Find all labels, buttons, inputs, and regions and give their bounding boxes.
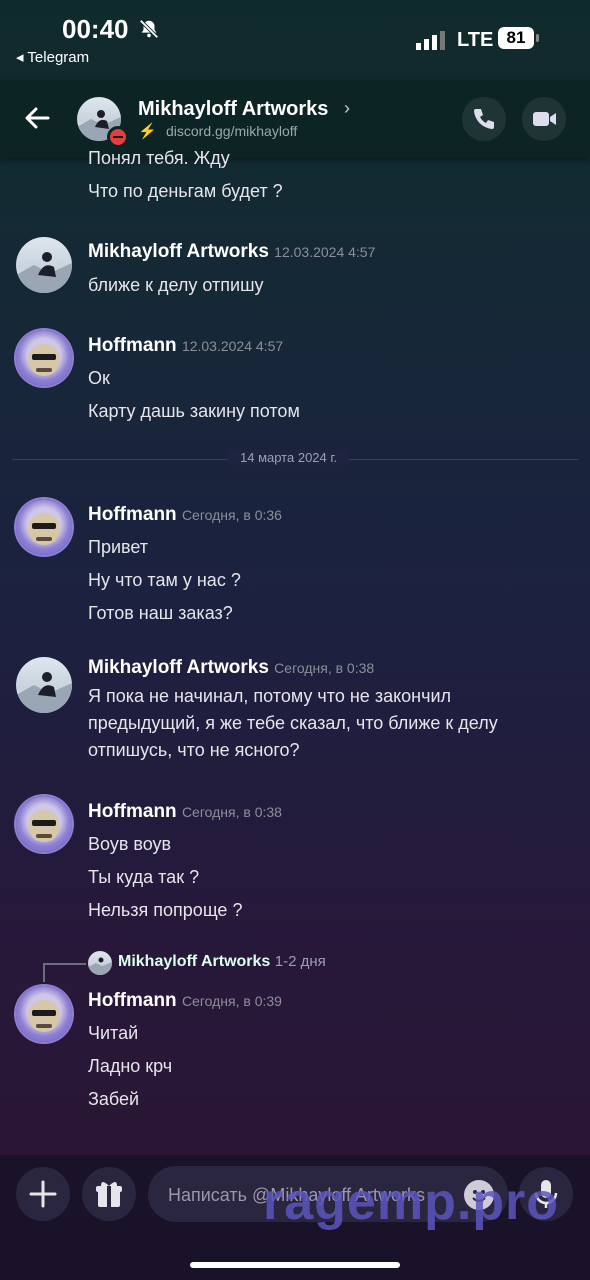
dnd-status-icon — [107, 126, 129, 148]
message-text-line: Я пока не начинал, потому что не закончи… — [88, 686, 452, 706]
reply-author[interactable]: Mikhayloff Artworks — [118, 953, 270, 970]
author-name[interactable]: Mikhayloff Artworks — [88, 657, 269, 678]
message-author[interactable]: Mikhayloff Artworks Сегодня, в 0:38 — [88, 657, 374, 679]
message-author[interactable]: Hoffmann Сегодня, в 0:39 — [88, 990, 282, 1012]
gift-icon — [96, 1182, 122, 1207]
message-text: ближе к делу отпишу — [88, 275, 264, 295]
user-avatar[interactable] — [16, 986, 72, 1042]
mountain-person-icon — [16, 672, 72, 713]
chevron-right-icon[interactable]: › — [344, 98, 350, 119]
plus-icon — [29, 1180, 57, 1208]
message-text-line: предыдущий, я же тебе сказал, что ближе … — [88, 713, 498, 733]
ape-avatar-icon — [28, 810, 60, 842]
ape-avatar-icon — [28, 344, 60, 376]
message-text: Читай — [88, 1023, 139, 1043]
reply-reference[interactable]: Mikhayloff Artworks 1-2 дня — [118, 953, 326, 971]
message-text: Нельзя попроще ? — [88, 900, 243, 920]
message-timestamp: 12.03.2024 4:57 — [181, 338, 284, 354]
status-bar: 00:40 ◂ Telegram LTE 81 — [0, 0, 590, 80]
reply-connector-icon — [43, 963, 86, 982]
gift-button[interactable] — [82, 1167, 136, 1221]
message-text: Карту дашь закину потом — [88, 401, 300, 421]
reply-avatar — [88, 951, 112, 975]
message-text: Что по деньгам будет ? — [88, 181, 283, 201]
date-divider-label: 14 марта 2024 г. — [228, 450, 350, 465]
channel-title[interactable]: Mikhayloff Artworks — [138, 98, 328, 121]
message-timestamp: Сегодня, в 0:36 — [181, 507, 282, 523]
bell-muted-icon — [139, 19, 159, 39]
home-indicator[interactable] — [190, 1262, 400, 1268]
message-author[interactable]: Hoffmann Сегодня, в 0:38 — [88, 801, 282, 823]
user-avatar[interactable] — [16, 499, 72, 555]
back-arrow-icon[interactable] — [20, 100, 56, 136]
battery-level: 81 — [498, 27, 534, 49]
network-type: LTE — [457, 29, 494, 51]
voice-call-button[interactable] — [462, 97, 506, 141]
message-author[interactable]: Hoffmann Сегодня, в 0:36 — [88, 504, 282, 526]
message-timestamp: Сегодня, в 0:38 — [181, 804, 282, 820]
message-text-line: отпишусь, что не ясного? — [88, 740, 300, 760]
message-text: Ок — [88, 368, 110, 388]
message-text: Понял тебя. Жду — [88, 148, 230, 168]
author-name[interactable]: Mikhayloff Artworks — [88, 241, 269, 262]
message-text: Ладно крч — [88, 1056, 173, 1076]
message-author[interactable]: Hoffmann 12.03.2024 4:57 — [88, 335, 283, 357]
message-timestamp: 12.03.2024 4:57 — [274, 244, 376, 260]
message-author[interactable]: Mikhayloff Artworks 12.03.2024 4:57 — [88, 241, 375, 263]
mountain-person-icon — [88, 957, 112, 975]
message-timestamp: Сегодня, в 0:38 — [274, 660, 375, 676]
ape-avatar-icon — [28, 513, 60, 545]
channel-subtitle[interactable]: discord.gg/mikhayloff — [166, 123, 297, 139]
user-avatar[interactable] — [16, 796, 72, 852]
video-camera-icon — [533, 112, 556, 126]
message-text: Забей — [88, 1089, 140, 1109]
battery-tip — [536, 34, 539, 42]
chat-header: Mikhayloff Artworks › ⚡ discord.gg/mikha… — [0, 80, 590, 158]
clock: 00:40 — [62, 14, 129, 44]
message-text: Воув воув — [88, 834, 172, 854]
user-avatar[interactable] — [16, 330, 72, 386]
bolt-icon: ⚡ — [138, 123, 157, 140]
back-to-app-link[interactable]: ◂ Telegram — [16, 48, 89, 66]
user-avatar[interactable] — [16, 237, 72, 293]
message-text: Привет — [88, 537, 149, 557]
watermark: ragemp.pro — [263, 1173, 560, 1231]
message-text: Ну что там у нас ? — [88, 570, 241, 590]
signal-icon — [416, 31, 445, 50]
author-name[interactable]: Hoffmann — [88, 504, 177, 525]
message-text: Готов наш заказ? — [88, 603, 233, 623]
author-name[interactable]: Hoffmann — [88, 801, 177, 822]
video-call-button[interactable] — [522, 97, 566, 141]
ape-avatar-icon — [28, 1000, 60, 1032]
author-name[interactable]: Hoffmann — [88, 990, 177, 1011]
message-timestamp: Сегодня, в 0:39 — [181, 993, 282, 1009]
message-text: Ты куда так ? — [88, 867, 200, 887]
user-avatar[interactable] — [16, 657, 72, 713]
add-attachment-button[interactable] — [16, 1167, 70, 1221]
reply-snippet[interactable]: 1-2 дня — [275, 953, 326, 970]
phone-icon — [474, 109, 494, 129]
author-name[interactable]: Hoffmann — [88, 335, 177, 356]
mountain-person-icon — [16, 252, 72, 293]
